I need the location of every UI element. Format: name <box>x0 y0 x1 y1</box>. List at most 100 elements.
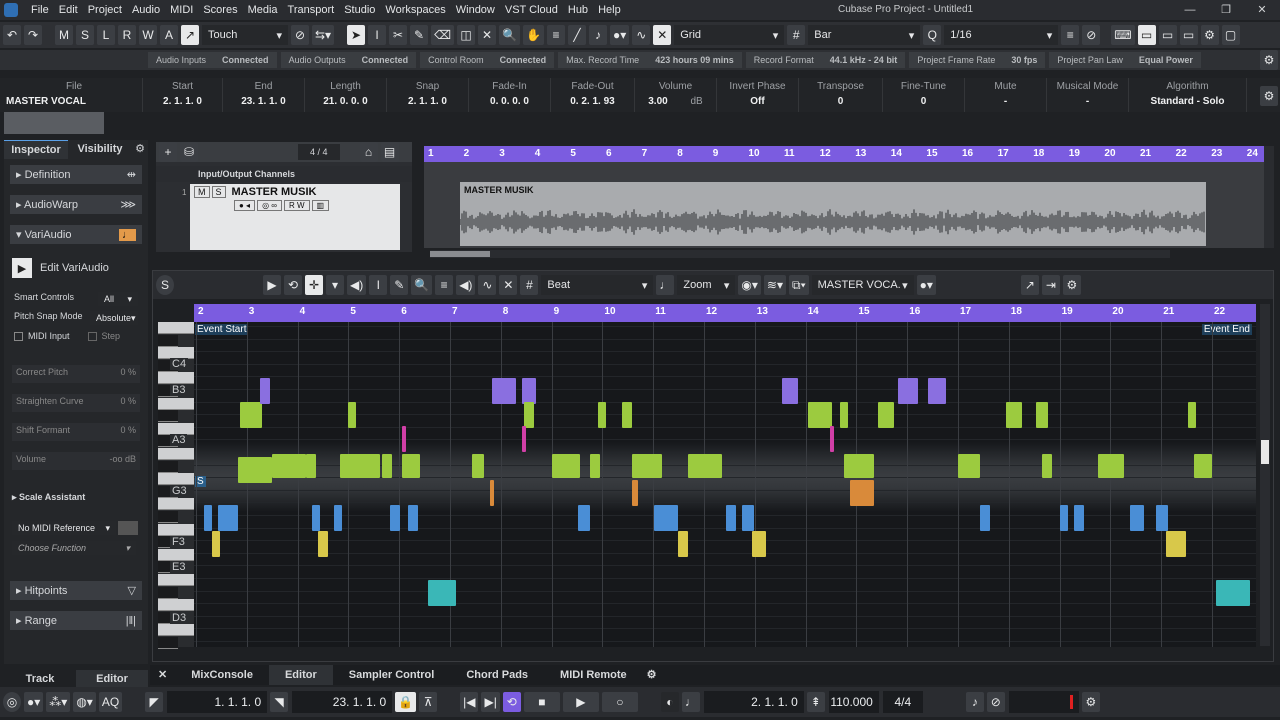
info-fine-tune[interactable]: Fine-Tune 0 <box>883 78 965 112</box>
left-zone-icon[interactable]: ▭ <box>1137 25 1156 45</box>
close-icon[interactable]: ✕ <box>1244 0 1280 20</box>
section-audiowarp[interactable]: ▸ AudioWarp ⋙ <box>10 195 142 214</box>
line-tool-icon[interactable]: ╱ <box>567 25 586 45</box>
tab-midi-remote[interactable]: MIDI Remote <box>544 665 643 685</box>
section-variaudio[interactable]: ▾ VariAudio ♩ <box>10 225 142 244</box>
info-transpose[interactable]: Transpose 0 <box>799 78 883 112</box>
piano-key[interactable] <box>158 548 194 561</box>
scale-assistant-section[interactable]: ▸ Scale Assistant <box>12 492 148 503</box>
audio-segment[interactable] <box>382 454 392 478</box>
comp-tool-icon[interactable]: ≡ <box>546 25 565 45</box>
volume-slider[interactable]: Volume -oo dB <box>12 452 140 470</box>
automation-panel-icon[interactable]: ⊘ <box>291 25 309 45</box>
audio-segment[interactable] <box>340 454 380 478</box>
window-layout-icon[interactable]: ▢ <box>1221 25 1240 45</box>
editor-vertical-scrollbar[interactable] <box>1260 304 1270 646</box>
keyboard-icon[interactable]: ⌨ <box>1111 25 1135 45</box>
read-button[interactable]: R <box>118 25 136 45</box>
audio-segment[interactable] <box>472 454 484 478</box>
info-mute[interactable]: Mute - <box>965 78 1047 112</box>
section-hitpoints[interactable]: ▸ Hitpoints ▽ <box>10 581 142 600</box>
piano-key[interactable] <box>158 637 178 649</box>
audio-segment[interactable] <box>1036 402 1048 428</box>
folder-track[interactable]: Input/Output Channels <box>156 166 412 182</box>
piano-key[interactable] <box>158 372 194 385</box>
straighten-curve-slider[interactable]: Straighten Curve 0 % <box>12 394 140 412</box>
layers-icon[interactable]: ≋▾ <box>763 275 786 295</box>
audio-segment[interactable] <box>204 505 212 531</box>
piano-key[interactable] <box>158 397 194 410</box>
editor-snap-select[interactable]: Beat ▾ <box>541 275 654 295</box>
quantize-select[interactable]: 1/16 ▾ <box>944 25 1059 45</box>
piano-key[interactable] <box>158 574 194 586</box>
audio-segment[interactable] <box>980 505 990 531</box>
piano-key[interactable] <box>158 498 194 511</box>
draw-tool-icon[interactable]: ✎ <box>410 25 429 45</box>
auto-quantize-button[interactable]: AQ <box>98 692 123 712</box>
transport-tools-icon[interactable]: ⇆▾ <box>312 25 335 45</box>
quantize-settings-icon[interactable]: ≡ <box>1061 25 1080 45</box>
settings-gear-icon[interactable]: ⚙ <box>1200 25 1219 45</box>
info-invert-phase[interactable]: Invert Phase Off <box>717 78 799 112</box>
menu-media[interactable]: Media <box>243 0 283 20</box>
editor-select-tool-icon[interactable]: ✛ <box>305 275 323 295</box>
infoline-settings-gear-icon[interactable]: ⚙ <box>1260 86 1278 106</box>
audio-segment[interactable] <box>1098 454 1124 478</box>
split-tool-icon[interactable]: ✂ <box>389 25 408 45</box>
audio-segment[interactable] <box>552 454 580 478</box>
audio-segment[interactable] <box>390 505 400 531</box>
audio-segment[interactable] <box>1042 454 1052 478</box>
grid-icon[interactable]: # <box>520 275 539 295</box>
audio-segment[interactable] <box>590 454 600 478</box>
editor-solo-icon[interactable]: S <box>156 275 174 295</box>
track-solo-button[interactable]: S <box>211 186 226 198</box>
lock-locators-icon[interactable]: 🔒 <box>395 692 417 712</box>
audio-segment[interactable] <box>742 505 754 531</box>
piano-key[interactable] <box>158 624 194 637</box>
piano-key[interactable] <box>158 511 178 523</box>
info-snap[interactable]: Snap 2. 1. 1. 0 <box>387 78 469 112</box>
step-checkbox[interactable] <box>87 331 97 341</box>
tab-editor[interactable]: Editor <box>268 665 333 685</box>
status-max-record-time[interactable]: Max. Record Time 423 hours 09 mins <box>558 52 742 68</box>
audio-segment[interactable] <box>752 531 766 557</box>
smart-controls-select[interactable]: All ▾ <box>98 292 138 306</box>
automation-button[interactable]: A <box>160 25 178 45</box>
activity-icon[interactable]: ◎ <box>3 692 21 712</box>
range-icon[interactable]: |‖| <box>126 615 136 627</box>
audio-segment[interactable] <box>348 402 356 428</box>
pitch-snap-select[interactable]: Absolute ▾ <box>90 311 138 325</box>
right-locator-icon[interactable]: ◥ <box>270 692 289 712</box>
audio-segment[interactable] <box>212 531 220 557</box>
mute-all-button[interactable]: M <box>55 25 73 45</box>
hand-tool-icon[interactable]: ✋ <box>523 25 544 45</box>
piano-key[interactable] <box>158 586 178 599</box>
note-icon[interactable]: ♩ <box>656 275 675 295</box>
write-button[interactable]: W <box>139 25 157 45</box>
arrange-horizontal-scrollbar[interactable] <box>430 250 1170 258</box>
audio-segment[interactable] <box>726 505 736 531</box>
add-track-preset-icon[interactable]: ⛁ <box>180 142 198 162</box>
menu-edit[interactable]: Edit <box>54 0 83 20</box>
audio-segment[interactable] <box>898 378 918 404</box>
audio-segment[interactable] <box>218 505 238 531</box>
stop-icon[interactable]: ■ <box>523 692 560 712</box>
piano-key[interactable] <box>158 460 178 473</box>
audio-segment[interactable] <box>260 378 270 404</box>
audio-segment[interactable] <box>622 402 632 428</box>
edit-variaudio-button[interactable]: ▶ Edit VariAudio <box>12 258 148 278</box>
punch-icon[interactable]: ⊼ <box>419 692 438 712</box>
snap-icon[interactable]: ✕ <box>499 275 518 295</box>
eye-icon[interactable]: ◉▾ <box>738 275 761 295</box>
status-settings-gear-icon[interactable]: ⚙ <box>1260 50 1278 70</box>
info-fade-out[interactable]: Fade-Out 0. 2. 1. 93 <box>551 78 635 112</box>
piano-key[interactable] <box>158 334 178 347</box>
audio-segment[interactable] <box>312 505 320 531</box>
audio-segment[interactable] <box>490 480 494 506</box>
erase-tool-icon[interactable]: ⌫ <box>431 25 455 45</box>
grid-icon[interactable]: # <box>787 25 806 45</box>
zoom-tool-icon[interactable]: 🔍 <box>499 25 520 45</box>
piano-keyboard[interactable]: C4 B3 A3 G3 F3 E3 D3 <box>158 322 194 649</box>
audio-segment[interactable] <box>1194 454 1212 478</box>
audio-segment[interactable] <box>1188 402 1196 428</box>
